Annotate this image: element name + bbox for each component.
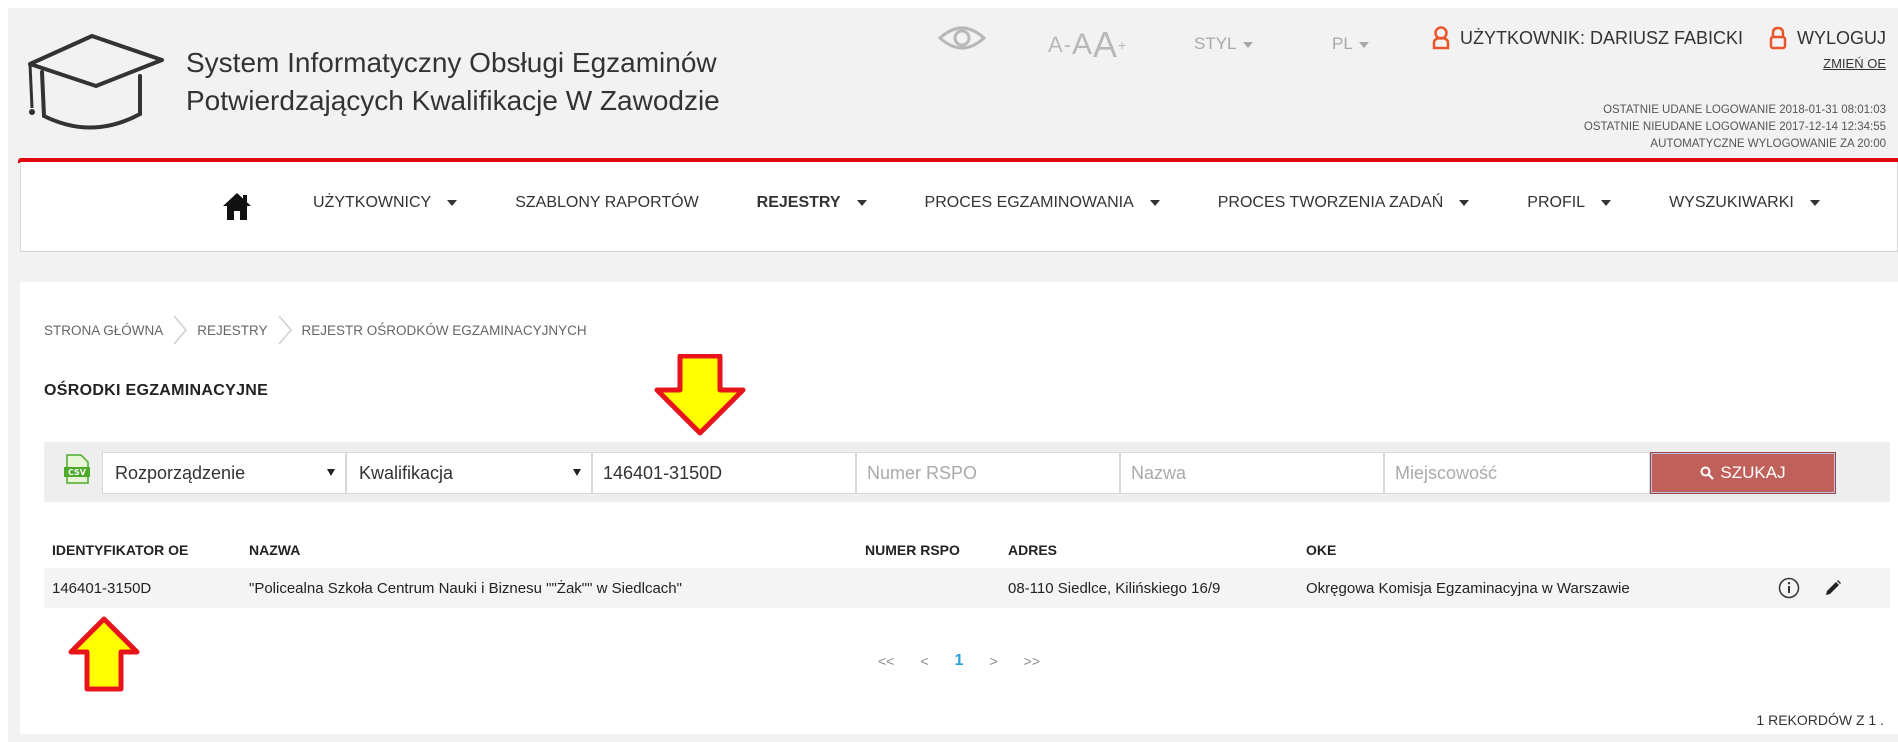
contrast-toggle[interactable] xyxy=(938,24,986,52)
nav-item-proces-tworzenia-zadan[interactable]: PROCES TWORZENIA ZADAŃ xyxy=(1218,194,1470,212)
user-icon xyxy=(1432,26,1450,50)
nav-item-label: PROCES TWORZENIA ZADAŃ xyxy=(1217,194,1444,211)
system-title-line2: Potwierdzających Kwalifikacje W Zawodzie xyxy=(186,85,720,116)
breadcrumb-separator-icon xyxy=(277,316,292,344)
nav-item-label: WYSZUKIWARKI xyxy=(1669,194,1794,211)
search-button-label: SZUKAJ xyxy=(1720,463,1786,482)
nav-item-uzytkownicy[interactable]: UŻYTKOWNICY xyxy=(313,194,458,212)
graduation-cap-logo-icon xyxy=(28,34,164,130)
chevron-down-icon xyxy=(1809,200,1820,206)
language-dropdown[interactable]: PL xyxy=(1332,34,1369,54)
cell-oke: Okręgowa Komisja Egzaminacyjna w Warszaw… xyxy=(1306,579,1630,597)
dropdown-arrow-icon xyxy=(573,469,581,476)
chevron-down-icon xyxy=(1242,41,1253,48)
rozporzadzenie-select-value: Rozporządzenie xyxy=(115,462,246,483)
breadcrumb-rejestry[interactable]: REJESTRY xyxy=(197,323,267,338)
main-content: STRONA GŁÓWNA REJESTRY REJESTR OŚRODKÓW … xyxy=(20,282,1898,734)
nav-item-label: REJESTRY xyxy=(756,194,841,211)
lock-icon xyxy=(1769,26,1787,50)
nav-item-rejestry[interactable]: REJESTRY xyxy=(757,194,867,212)
style-dropdown[interactable]: STYL xyxy=(1194,34,1253,54)
eye-icon xyxy=(938,26,986,50)
logout-button[interactable]: WYLOGUJ xyxy=(1769,26,1886,50)
cell-nazwa: "Policealna Szkoła Centrum Nauki i Bizne… xyxy=(249,579,682,597)
search-icon xyxy=(1700,466,1715,480)
table-row[interactable]: 146401-3150D "Policealna Szkoła Centrum … xyxy=(44,568,1890,608)
chevron-down-icon xyxy=(1459,200,1470,206)
csv-export-icon[interactable]: CSV xyxy=(64,454,90,484)
search-button[interactable]: SZUKAJ xyxy=(1650,452,1836,494)
pager-prev[interactable]: < xyxy=(920,653,928,669)
user-info[interactable]: UŻYTKOWNIK: DARIUSZ FABICKI xyxy=(1432,26,1743,50)
font-decrease-button[interactable]: A- xyxy=(1048,32,1072,58)
system-title: System Informatyczny Obsługi Egzaminów P… xyxy=(186,44,720,120)
nav-item-label: PROFIL xyxy=(1527,194,1586,211)
search-bar: CSV Rozporządzenie Kwalifikacja 146401-3… xyxy=(44,442,1890,502)
nav-item-wyszukiwarki[interactable]: WYSZUKIWARKI xyxy=(1669,194,1820,212)
svg-text:CSV: CSV xyxy=(68,468,87,477)
records-count: 1 REKORDÓW Z 1 . xyxy=(1756,712,1884,728)
nav-item-szablony-raportow[interactable]: SZABLONY RAPORTÓW xyxy=(515,194,698,212)
cell-identyfikator: 146401-3150D xyxy=(52,579,152,597)
breadcrumb-separator-icon xyxy=(173,316,188,344)
system-title-line1: System Informatyczny Obsługi Egzaminów xyxy=(186,47,717,78)
font-increase-button[interactable]: A xyxy=(1093,24,1118,66)
pager-next[interactable]: > xyxy=(989,653,997,669)
user-label: UŻYTKOWNIK: DARIUSZ FABICKI xyxy=(1459,27,1743,48)
font-normal-button[interactable]: A xyxy=(1072,28,1093,62)
last-success-login: OSTATNIE UDANE LOGOWANIE 2018-01-31 08:0… xyxy=(1603,104,1886,116)
login-info: OSTATNIE UDANE LOGOWANIE 2018-01-31 08:0… xyxy=(1584,102,1886,153)
column-header-nazwa[interactable]: NAZWA xyxy=(249,542,300,558)
nav-item-label: SZABLONY RAPORTÓW xyxy=(515,194,699,211)
chevron-down-icon xyxy=(1358,41,1369,48)
rspo-input[interactable]: Numer RSPO xyxy=(856,452,1120,494)
results-table: IDENTYFIKATOR OE NAZWA NUMER RSPO ADRES … xyxy=(44,532,1890,608)
info-icon[interactable] xyxy=(1778,577,1800,599)
breadcrumb-current: REJESTR OŚRODKÓW EGZAMINACYJNYCH xyxy=(301,322,587,338)
pager-last[interactable]: >> xyxy=(1024,653,1040,669)
chevron-down-icon xyxy=(1601,200,1612,206)
kwalifikacja-select-value: Kwalifikacja xyxy=(359,462,454,483)
page-title: OŚRODKI EGZAMINACYJNE xyxy=(44,382,269,399)
table-header: IDENTYFIKATOR OE NAZWA NUMER RSPO ADRES … xyxy=(44,532,1890,568)
nazwa-input[interactable]: Nazwa xyxy=(1120,452,1384,494)
main-navigation: UŻYTKOWNICY SZABLONY RAPORTÓW REJESTRY P… xyxy=(20,162,1898,252)
dropdown-arrow-icon xyxy=(327,469,335,476)
last-failed-login: OSTATNIE NIEUDANE LOGOWANIE 2017-12-14 1… xyxy=(1583,121,1886,133)
chevron-down-icon xyxy=(1149,200,1160,206)
nav-item-label: UŻYTKOWNICY xyxy=(313,194,432,211)
pager-current[interactable]: 1 xyxy=(955,652,964,670)
annotation-arrow-up-icon xyxy=(68,616,140,692)
column-header-adres[interactable]: ADRES xyxy=(1008,542,1057,558)
miejscowosc-input[interactable]: Miejscowość xyxy=(1384,452,1650,494)
breadcrumb-home[interactable]: STRONA GŁÓWNA xyxy=(44,323,163,338)
style-dropdown-label: STYL xyxy=(1194,34,1237,53)
auto-logout-timer: AUTOMATYCZNE WYLOGOWANIE ZA 20:00 xyxy=(1650,138,1886,150)
header: System Informatyczny Obsługi Egzaminów P… xyxy=(8,8,1898,160)
home-icon[interactable] xyxy=(221,190,253,222)
font-plus-sign: + xyxy=(1118,37,1128,53)
nav-item-label: PROCES EGZAMINOWANIA xyxy=(924,194,1134,211)
change-oe-link[interactable]: ZMIEŃ OE xyxy=(1432,56,1886,71)
column-header-oke[interactable]: OKE xyxy=(1306,542,1336,558)
user-area: UŻYTKOWNIK: DARIUSZ FABICKI WYLOGUJ ZMIE… xyxy=(1432,26,1886,71)
cell-adres: 08-110 Siedlce, Kilińskiego 16/9 xyxy=(1008,579,1221,597)
font-size-controls: A- A A + xyxy=(1048,24,1127,66)
annotation-arrow-down-icon xyxy=(654,354,746,436)
edit-pencil-icon[interactable] xyxy=(1824,579,1842,597)
nav-item-proces-egzaminowania[interactable]: PROCES EGZAMINOWANIA xyxy=(925,194,1160,212)
column-header-numer-rspo[interactable]: NUMER RSPO xyxy=(865,542,960,558)
identyfikator-input[interactable]: 146401-3150D xyxy=(592,452,856,494)
logout-label: WYLOGUJ xyxy=(1796,27,1886,48)
rozporzadzenie-select[interactable]: Rozporządzenie xyxy=(102,452,346,494)
nav-item-profil[interactable]: PROFIL xyxy=(1527,194,1612,212)
chevron-down-icon xyxy=(856,200,867,206)
language-dropdown-label: PL xyxy=(1332,34,1353,53)
kwalifikacja-select[interactable]: Kwalifikacja xyxy=(346,452,592,494)
chevron-down-icon xyxy=(447,200,458,206)
breadcrumb: STRONA GŁÓWNA REJESTRY REJESTR OŚRODKÓW … xyxy=(44,316,587,344)
column-header-identyfikator[interactable]: IDENTYFIKATOR OE xyxy=(52,542,188,558)
pager-first[interactable]: << xyxy=(878,653,894,669)
pagination: << < 1 > >> xyxy=(878,652,1040,670)
